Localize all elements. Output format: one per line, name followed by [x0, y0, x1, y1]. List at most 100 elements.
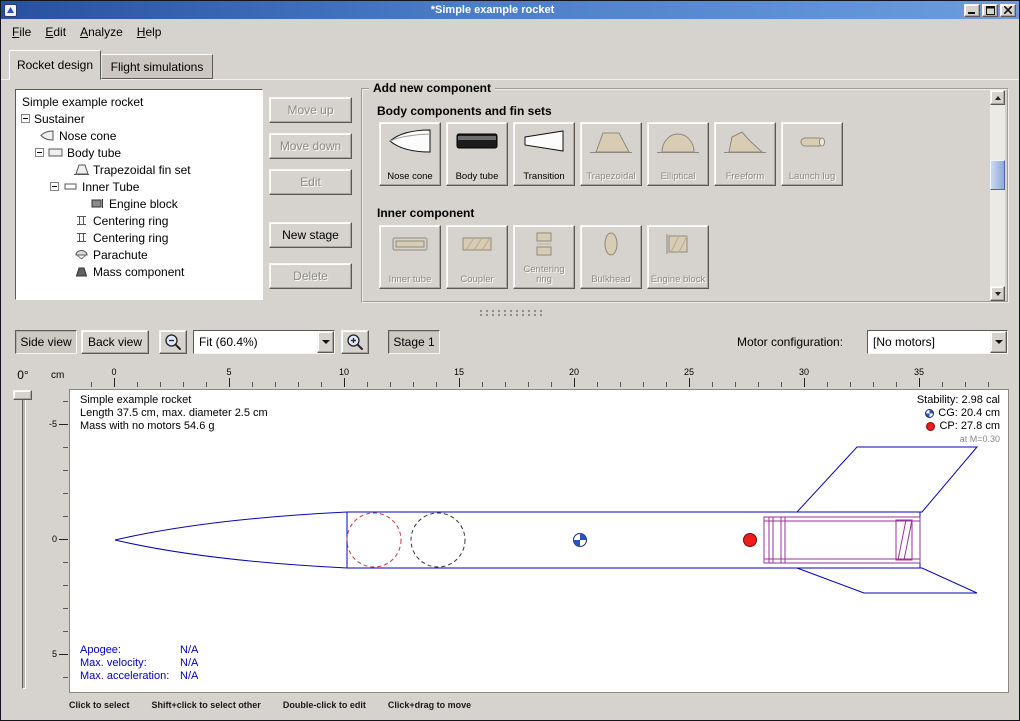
application-window: *Simple example rocket File Edit Analyze… [0, 0, 1020, 721]
dropdown-button[interactable] [990, 331, 1007, 353]
cg-row: CG: 20.4 cm [925, 407, 1000, 419]
cp-marker [744, 534, 757, 547]
maximize-button[interactable] [982, 4, 998, 17]
side-view-button[interactable]: Side view [15, 330, 77, 354]
elliptical-fin-icon [655, 127, 701, 155]
tab-rocket-design[interactable]: Rocket design [9, 50, 101, 80]
parachute-icon [74, 249, 89, 260]
zoom-in-button[interactable] [341, 330, 369, 354]
design-canvas[interactable]: Simple example rocket Length 37.5 cm, ma… [69, 389, 1009, 693]
back-view-button[interactable]: Back view [81, 330, 149, 354]
palette-button-body-tube[interactable]: Body tube [446, 122, 508, 186]
hint-shift-click: Shift+click to select other [152, 700, 261, 710]
maximize-icon [986, 6, 995, 15]
zoom-level-value: Fit (60.4%) [194, 331, 317, 353]
nose-cone-icon [387, 127, 433, 155]
minimize-icon [968, 6, 976, 14]
palette-scrollbar[interactable] [990, 90, 1005, 301]
palette-button-nose-cone[interactable]: Nose cone [379, 122, 441, 186]
edit-button[interactable]: Edit [269, 169, 352, 195]
arrow-up-icon [995, 96, 1001, 100]
hint-double-click: Double-click to edit [283, 700, 366, 710]
cp-row: CP: 27.8 cm [926, 420, 1000, 432]
arrow-down-icon [995, 292, 1001, 296]
ruler-label: 0 [43, 534, 57, 544]
palette-button-inner-tube[interactable]: Inner tube [379, 225, 441, 289]
rocket-drawing [70, 390, 1008, 691]
ruler-label: 10 [339, 367, 349, 377]
tree-item-mass-component[interactable]: Mass component [16, 263, 262, 280]
close-button[interactable] [1000, 4, 1016, 17]
palette-button-coupler[interactable]: Coupler [446, 225, 508, 289]
move-down-button[interactable]: Move down [269, 133, 352, 159]
coupler-icon [454, 230, 500, 258]
nose-cone-icon [40, 130, 55, 141]
motor-configuration-value: [No motors] [868, 331, 990, 353]
max-velocity-row: Max. velocity: N/A [80, 657, 198, 669]
cp-icon [926, 422, 935, 431]
tree-item-rocket[interactable]: Simple example rocket [16, 93, 262, 110]
chevron-down-icon [322, 340, 330, 344]
zoom-level-select[interactable]: Fit (60.4%) [193, 330, 335, 354]
centering-ring-icon [74, 232, 89, 243]
splitter-dots-icon [478, 309, 542, 317]
hint-click-select: Click to select [69, 700, 130, 710]
tree-item-fin-set[interactable]: Trapezoidal fin set [16, 161, 262, 178]
zoom-out-button[interactable] [159, 330, 187, 354]
rotation-slider[interactable] [22, 392, 26, 689]
max-acceleration-row: Max. acceleration: N/A [80, 670, 198, 682]
stage-1-toggle[interactable]: Stage 1 [388, 330, 440, 354]
apogee-label: Apogee: [80, 644, 180, 656]
collapse-icon[interactable] [50, 182, 59, 191]
tree-item-body-tube[interactable]: Body tube [16, 144, 262, 161]
component-tree: Simple example rocket Sustainer Nose con… [15, 89, 263, 300]
max-velocity-value: N/A [180, 657, 198, 669]
menu-help[interactable]: Help [130, 22, 169, 42]
delete-button[interactable]: Delete [269, 263, 352, 289]
tree-item-inner-tube[interactable]: Inner Tube [16, 178, 262, 195]
transition-icon [521, 127, 567, 155]
inner-tube-icon [63, 181, 78, 192]
tab-pane-edge [1, 79, 1019, 80]
palette-button-trapezoidal-fin[interactable]: Trapezoidal [580, 122, 642, 186]
scroll-down-button[interactable] [990, 286, 1005, 301]
palette-button-bulkhead[interactable]: Bulkhead [580, 225, 642, 289]
fin-set-icon [74, 164, 89, 175]
max-acceleration-value: N/A [180, 670, 198, 682]
collapse-icon[interactable] [35, 148, 44, 157]
menu-edit[interactable]: Edit [38, 22, 73, 42]
palette-button-freeform-fin[interactable]: Freeform [714, 122, 776, 186]
palette-button-centering-ring[interactable]: Centering ring [513, 225, 575, 289]
palette-button-launch-lug[interactable]: Launch lug [781, 122, 843, 186]
minimize-button[interactable] [964, 4, 980, 17]
cg-marker [574, 534, 587, 547]
tree-item-engine-block[interactable]: Engine block [16, 195, 262, 212]
engine-block-icon [655, 230, 701, 258]
max-velocity-label: Max. velocity: [80, 657, 180, 669]
tree-item-centering-ring-2[interactable]: Centering ring [16, 229, 262, 246]
tab-flight-simulations[interactable]: Flight simulations [101, 54, 213, 79]
tree-item-sustainer[interactable]: Sustainer [16, 110, 262, 127]
motor-configuration-select[interactable]: [No motors] [867, 330, 1008, 354]
menu-file[interactable]: File [5, 22, 38, 42]
palette-button-elliptical-fin[interactable]: Elliptical [647, 122, 709, 186]
palette-button-transition[interactable]: Transition [513, 122, 575, 186]
tree-item-nose-cone[interactable]: Nose cone [16, 127, 262, 144]
body-tube-icon [48, 147, 63, 158]
cp-value: CP: 27.8 cm [939, 420, 1000, 432]
collapse-icon[interactable] [21, 114, 30, 123]
splitter-handle[interactable] [1, 306, 1019, 320]
scroll-up-button[interactable] [990, 90, 1005, 105]
body-tube-icon [454, 127, 500, 155]
tree-item-centering-ring-1[interactable]: Centering ring [16, 212, 262, 229]
scroll-thumb[interactable] [990, 160, 1005, 190]
dropdown-button[interactable] [317, 331, 334, 353]
rotation-slider-handle[interactable] [13, 390, 32, 400]
new-stage-button[interactable]: New stage [269, 222, 352, 248]
menu-analyze[interactable]: Analyze [73, 22, 130, 42]
window-titlebar[interactable]: *Simple example rocket [1, 1, 1019, 19]
move-up-button[interactable]: Move up [269, 97, 352, 123]
cg-value: CG: 20.4 cm [938, 407, 1000, 419]
palette-button-engine-block[interactable]: Engine block [647, 225, 709, 289]
tree-item-parachute[interactable]: Parachute [16, 246, 262, 263]
